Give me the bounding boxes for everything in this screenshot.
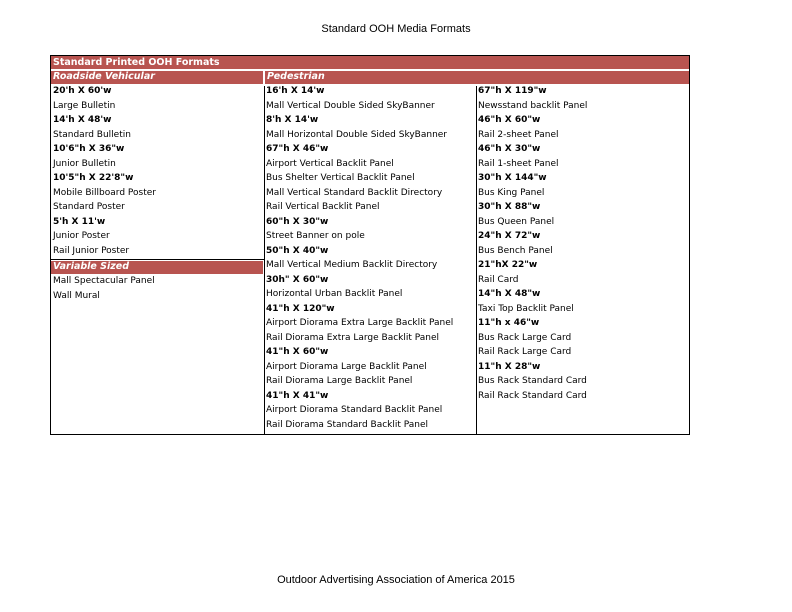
format-size: 5'h X 11'w: [53, 216, 106, 227]
format-name: Rail Diorama Large Backlit Panel: [266, 376, 413, 386]
format-size: 24"h X 72"w: [478, 231, 541, 241]
format-size: 14"h X 48"w: [478, 289, 541, 299]
format-name: Mall Vertical Medium Backlit Directory: [266, 260, 438, 270]
format-size: 41"h X 41"w: [266, 390, 329, 401]
format-name: Rail 1-sheet Panel: [478, 158, 559, 169]
format-size: 21"hX 22"w: [478, 260, 538, 270]
format-name: Rail Rack Standard Card: [478, 390, 587, 401]
format-name: Junior Bulletin: [53, 158, 116, 169]
format-size: 14'h X 48'w: [53, 115, 112, 125]
format-name: Airport Diorama Extra Large Backlit Pane…: [266, 318, 454, 328]
format-name: Standard Poster: [53, 202, 125, 212]
format-name: Bus Shelter Vertical Backlit Panel: [266, 173, 415, 183]
format-size: 60"h X 30"w: [266, 216, 329, 227]
format-name: Bus Rack Large Card: [478, 332, 572, 343]
footer: Outdoor Advertising Association of Ameri…: [277, 574, 515, 586]
format-size: 46"h X 60"w: [478, 115, 541, 125]
roadside-column: 20'h X 60'w Large Bulletin 14'h X 48'w Stan…: [52, 84, 262, 258]
format-size: 46"h X 30"w: [478, 144, 541, 154]
format-size: 10'5"h X 22'8"w: [53, 173, 134, 183]
main-header: Standard Printed OOH Formats: [51, 56, 689, 69]
pedestrian-header: Pedestrian: [265, 71, 689, 84]
format-name: Rail Vertical Backlit Panel: [266, 202, 380, 212]
roadside-header: Roadside Vehicular: [51, 71, 263, 84]
format-name: Wall Mural: [53, 290, 100, 301]
format-size: 11"h X 28"w: [478, 361, 541, 372]
format-name: Airport Diorama Large Backlit Panel: [266, 361, 427, 372]
format-name: Bus Queen Panel: [478, 216, 555, 227]
format-name: Newsstand backlit Panel: [478, 100, 588, 111]
variable-header: Variable Sized: [51, 261, 263, 274]
format-name: Taxi Top Backlit Panel: [478, 303, 574, 314]
format-name: Street Banner on pole: [266, 231, 365, 241]
format-size: 30"h X 144"w: [478, 173, 547, 183]
format-size: 41"h X 60"w: [266, 347, 329, 357]
format-name: Mobile Billboard Poster: [53, 187, 156, 198]
variable-divider: [51, 259, 264, 260]
formats-table: Standard Printed OOH Formats Roadside Ve…: [50, 55, 690, 435]
format-name: Mall Horizontal Double Sided SkyBanner: [266, 129, 448, 140]
format-name: Bus King Panel: [478, 187, 545, 198]
format-name: Rail Diorama Extra Large Backlit Panel: [266, 332, 440, 343]
format-size: 67"h X 119"w: [478, 86, 547, 96]
format-name: Airport Vertical Backlit Panel: [266, 158, 394, 169]
format-name: Rail Junior Poster: [53, 245, 130, 256]
format-size: 50"h X 40"w: [266, 245, 329, 256]
format-name: Bus Bench Panel: [478, 245, 553, 256]
format-size: 10'6"h X 36"w: [53, 144, 125, 154]
format-name: Rail Rack Large Card: [478, 347, 572, 357]
format-size: 20'h X 60'w: [53, 86, 112, 96]
page-title: Standard OOH Media Formats: [321, 23, 471, 35]
format-name: Rail Card: [478, 274, 519, 285]
pedestrian-column-1: 16'h X 14'w Mall Vertical Double Sided Sk…: [265, 84, 475, 432]
format-size: 30h" X 60"w: [266, 274, 329, 285]
format-name: Bus Rack Standard Card: [478, 376, 587, 386]
format-size: 41"h X 120"w: [266, 303, 335, 314]
format-name: Rail Diorama Standard Backlit Panel: [266, 419, 429, 430]
format-name: Horizontal Urban Backlit Panel: [266, 289, 403, 299]
format-name: Standard Bulletin: [53, 129, 131, 140]
format-size: 11"h x 46"w: [478, 318, 540, 328]
format-name: Mall Vertical Double Sided SkyBanner: [266, 100, 435, 111]
format-size: 67"h X 46"w: [266, 144, 329, 154]
format-name: Mall Vertical Standard Backlit Directory: [266, 187, 443, 198]
format-size: 16'h X 14'w: [266, 86, 325, 96]
format-size: 8'h X 14'w: [266, 115, 319, 125]
variable-column: Mall Spectacular Panel Wall Mural: [52, 274, 262, 303]
format-name: Junior Poster: [53, 231, 110, 241]
format-name: Airport Diorama Standard Backlit Panel: [266, 405, 443, 415]
pedestrian-column-2: 67"h X 119"w Newsstand backlit Panel 46"h …: [477, 84, 689, 403]
format-name: Large Bulletin: [53, 100, 116, 111]
format-size: 30"h X 88"w: [478, 202, 541, 212]
format-name: Rail 2-sheet Panel: [478, 129, 559, 140]
format-name: Mall Spectacular Panel: [53, 276, 155, 286]
